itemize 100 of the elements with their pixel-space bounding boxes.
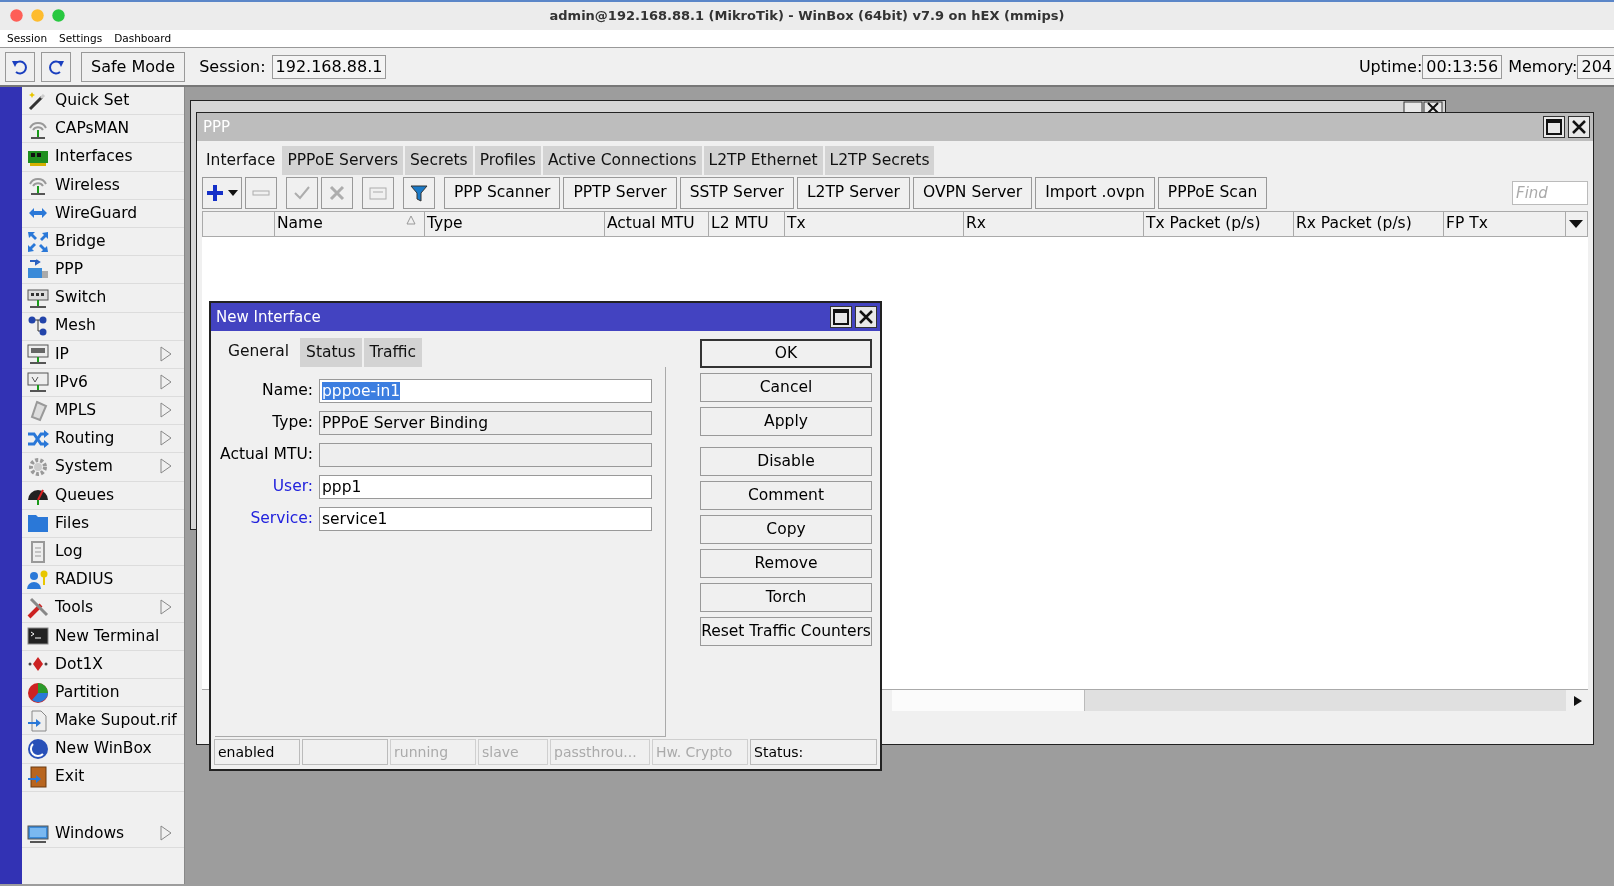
note-icon	[369, 184, 387, 202]
input-field[interactable]: pppoe-in1	[319, 379, 652, 403]
dialog-button[interactable]: Cancel	[700, 373, 872, 402]
dialog-button[interactable]: Copy	[700, 515, 872, 544]
dialog-button[interactable]: Apply	[700, 407, 872, 436]
column-header[interactable]: Name	[275, 212, 425, 236]
find-field[interactable]: Find	[1512, 181, 1588, 205]
right-arrow-icon	[1572, 695, 1582, 706]
sidebar-item[interactable]: Windows	[22, 819, 184, 848]
sidebar-item[interactable]: Exit	[22, 763, 184, 792]
sidebar-item[interactable]: Switch	[22, 284, 184, 313]
field-label: Type:	[271, 412, 313, 434]
sidebar-item[interactable]: Routing	[22, 425, 184, 454]
dialog-button[interactable]: Remove	[700, 549, 872, 578]
sidebar-item[interactable]: MPLS	[22, 397, 184, 426]
sort-icon	[406, 215, 416, 225]
close-button[interactable]	[855, 306, 877, 328]
dropdown-icon[interactable]	[1569, 220, 1583, 228]
sidebar-item[interactable]: RADIUS	[22, 566, 184, 595]
toolbar-button[interactable]: OVPN Server	[913, 177, 1033, 209]
toolbar-button[interactable]: L2TP Server	[796, 177, 910, 209]
tab[interactable]: L2TP Secrets	[824, 145, 935, 175]
switch-icon	[27, 286, 49, 309]
toolbar-button[interactable]: Import .ovpn	[1035, 177, 1155, 209]
filter-icon	[410, 184, 428, 202]
add-button[interactable]	[202, 177, 242, 209]
tab[interactable]: Traffic	[363, 337, 423, 367]
maximize-button[interactable]	[830, 306, 852, 328]
sidebar-item[interactable]: Dot1X	[22, 650, 184, 679]
filter-button[interactable]	[403, 177, 435, 209]
crossing-arrows-icon	[27, 427, 49, 450]
sidebar-item[interactable]: CAPsMAN	[22, 115, 184, 144]
column-header[interactable]: Tx Packet (p/s)	[1144, 212, 1294, 236]
tab[interactable]: Status	[300, 337, 362, 367]
window-title: admin@192.168.88.1 (MikroTik) - WinBox (64bit) v7.9 on hEX (mmips)	[549, 7, 1065, 26]
undo-button[interactable]	[5, 51, 35, 82]
sidebar-item[interactable]: IPv6	[22, 368, 184, 398]
field-link[interactable]: Service:	[215, 507, 313, 531]
tab[interactable]: Active Connections	[542, 145, 702, 175]
dialog-button[interactable]: Comment	[700, 481, 872, 510]
sidebar-item[interactable]: Queues	[22, 481, 184, 510]
dialog-button[interactable]: Reset Traffic Counters	[700, 617, 872, 646]
sidebar-item[interactable]: Quick Set	[22, 87, 184, 116]
check-icon	[293, 184, 311, 202]
column-header[interactable]: Type	[425, 212, 605, 236]
sidebar-item[interactable]: Bridge	[22, 227, 184, 257]
column-header[interactable]: Actual MTU	[605, 212, 709, 236]
field-link[interactable]: User:	[215, 475, 313, 499]
read-only-field: PPPoE Server Binding	[319, 411, 652, 435]
column-header[interactable]: FP Tx	[1444, 212, 1566, 236]
sidebar-item[interactable]: IP	[22, 340, 184, 369]
column-header[interactable]: Rx	[964, 212, 1144, 236]
window-title: PPP	[203, 116, 232, 138]
sidebar-item[interactable]: Files	[22, 509, 184, 538]
menu-item[interactable]: Session	[7, 30, 48, 47]
sidebar-item[interactable]: PPP	[22, 256, 184, 285]
column-header[interactable]: Tx	[785, 212, 964, 236]
dialog-button[interactable]: Disable	[700, 447, 872, 476]
toolbar-button[interactable]: PPPoE Scan	[1157, 177, 1268, 209]
folder-icon	[27, 512, 49, 535]
cross-icon	[328, 184, 346, 202]
document-arrow-icon	[27, 709, 49, 732]
redo-icon	[47, 58, 65, 75]
tab[interactable]: PPPoE Servers	[282, 145, 403, 175]
tab[interactable]: L2TP Ethernet	[703, 145, 823, 175]
terminal-icon	[27, 625, 49, 648]
redo-button[interactable]	[41, 51, 71, 82]
close-button[interactable]	[1568, 116, 1590, 138]
memory-label: Memory:	[1508, 55, 1578, 78]
dialog-button[interactable]: OK	[700, 339, 872, 368]
sidebar-item[interactable]: Partition	[22, 678, 184, 708]
safe-mode-button[interactable]: Safe Mode	[81, 51, 186, 82]
tab[interactable]: Secrets	[405, 145, 473, 175]
tab[interactable]: Profiles	[474, 145, 541, 175]
sidebar-item[interactable]: Wireless	[22, 171, 184, 200]
column-header[interactable]: L2 MTU	[709, 212, 785, 236]
input-field[interactable]: service1	[319, 507, 652, 531]
status-cell: slave	[478, 739, 548, 765]
maximize-button[interactable]	[1543, 116, 1565, 138]
menu-item[interactable]: Settings	[59, 30, 103, 47]
sidebar-item[interactable]: Tools	[22, 594, 184, 623]
sidebar-item[interactable]: WireGuard	[22, 199, 184, 228]
sidebar-item[interactable]: Log	[22, 538, 184, 567]
toolbar-button[interactable]: PPP Scanner	[444, 177, 561, 209]
sidebar-item[interactable]: New Terminal	[22, 622, 184, 651]
scrollbar-thumb[interactable]	[892, 690, 1085, 711]
sidebar-item[interactable]: Make Supout.rif	[22, 707, 184, 736]
sidebar-item[interactable]: Interfaces	[22, 143, 184, 172]
menu-item[interactable]: Dashboard	[114, 30, 172, 47]
monitor-icon	[27, 822, 49, 845]
column-header[interactable]: Rx Packet (p/s)	[1294, 212, 1444, 236]
sidebar-item[interactable]: System	[22, 453, 184, 482]
sidebar-item[interactable]: New WinBox	[22, 735, 184, 764]
input-field[interactable]: ppp1	[319, 475, 652, 499]
toolbar-button[interactable]: SSTP Server	[679, 177, 794, 209]
gear-icon	[27, 456, 49, 479]
toolbar-button[interactable]: PPTP Server	[563, 177, 677, 209]
sidebar-item[interactable]: Mesh	[22, 312, 184, 341]
status-cell: passthrou...	[550, 739, 650, 765]
dialog-button[interactable]: Torch	[700, 583, 872, 612]
